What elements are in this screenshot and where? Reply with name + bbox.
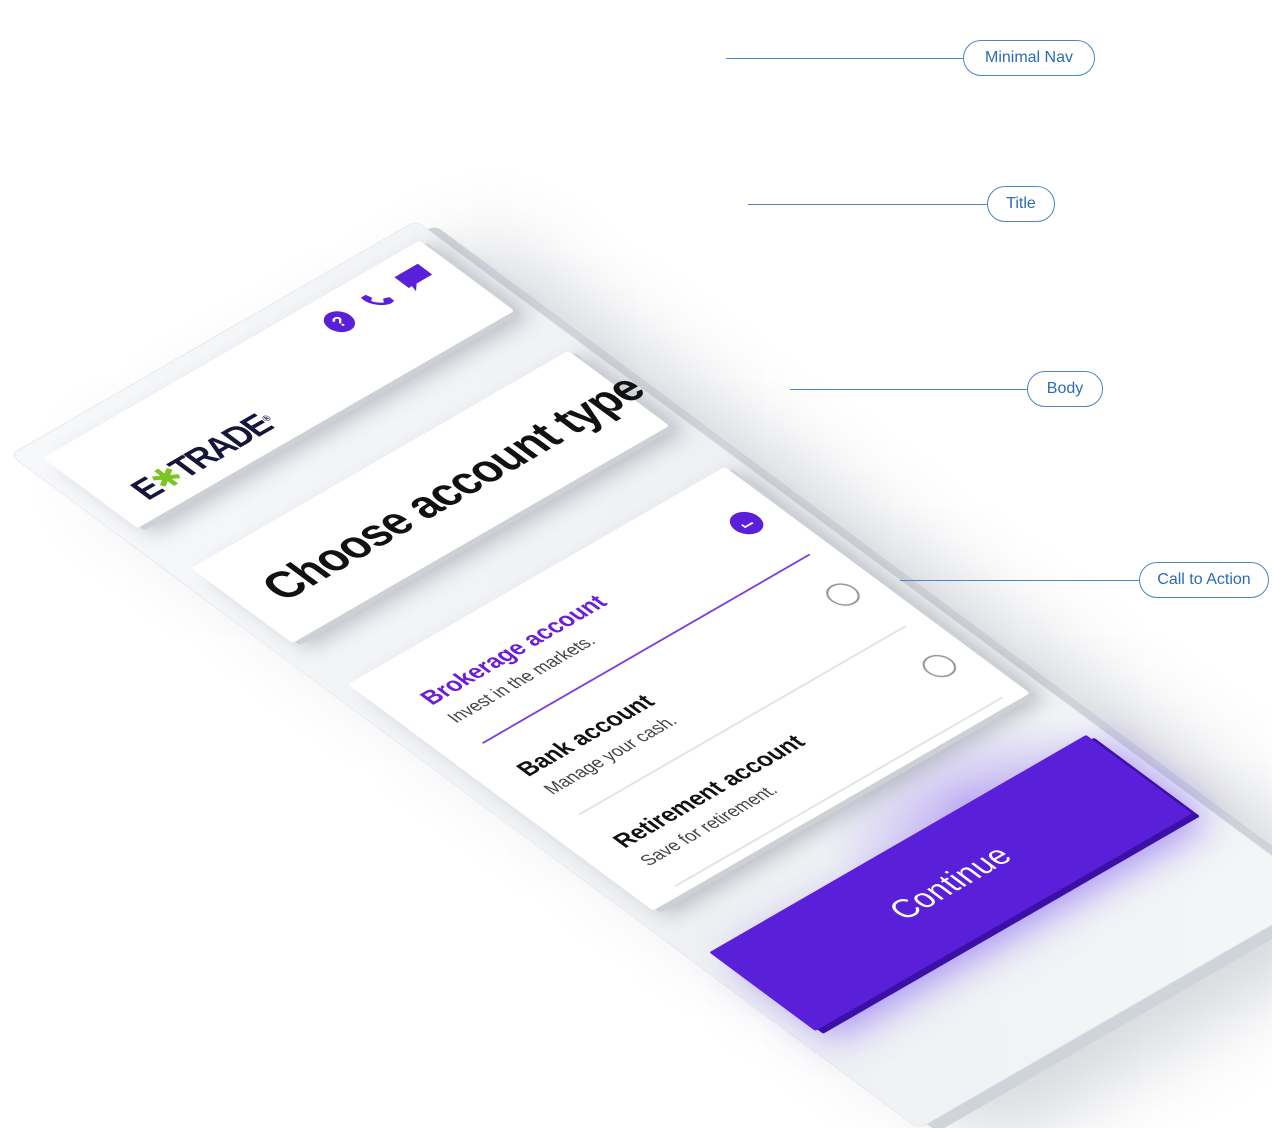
callout-body: Body [1027,371,1103,407]
callout-call-to-action: Call to Action [1139,562,1269,598]
callout-line-cta [900,580,1140,581]
isometric-illustration: E✱TRADE® ? Choose account type Brokerage [0,0,1272,1128]
callout-title: Title [987,186,1055,222]
callout-line-nav [726,58,964,59]
continue-button-label: Continue [880,839,1021,926]
chat-icon[interactable] [390,261,441,294]
callout-line-body [790,389,1028,390]
radio-unchecked-icon[interactable] [819,578,867,611]
help-icon[interactable]: ? [316,306,363,337]
radio-unchecked-icon[interactable] [915,650,964,682]
radio-checked-icon[interactable] [722,507,771,539]
callout-line-title [748,204,988,205]
callout-minimal-nav: Minimal Nav [963,40,1095,76]
phone-icon[interactable] [353,284,400,315]
